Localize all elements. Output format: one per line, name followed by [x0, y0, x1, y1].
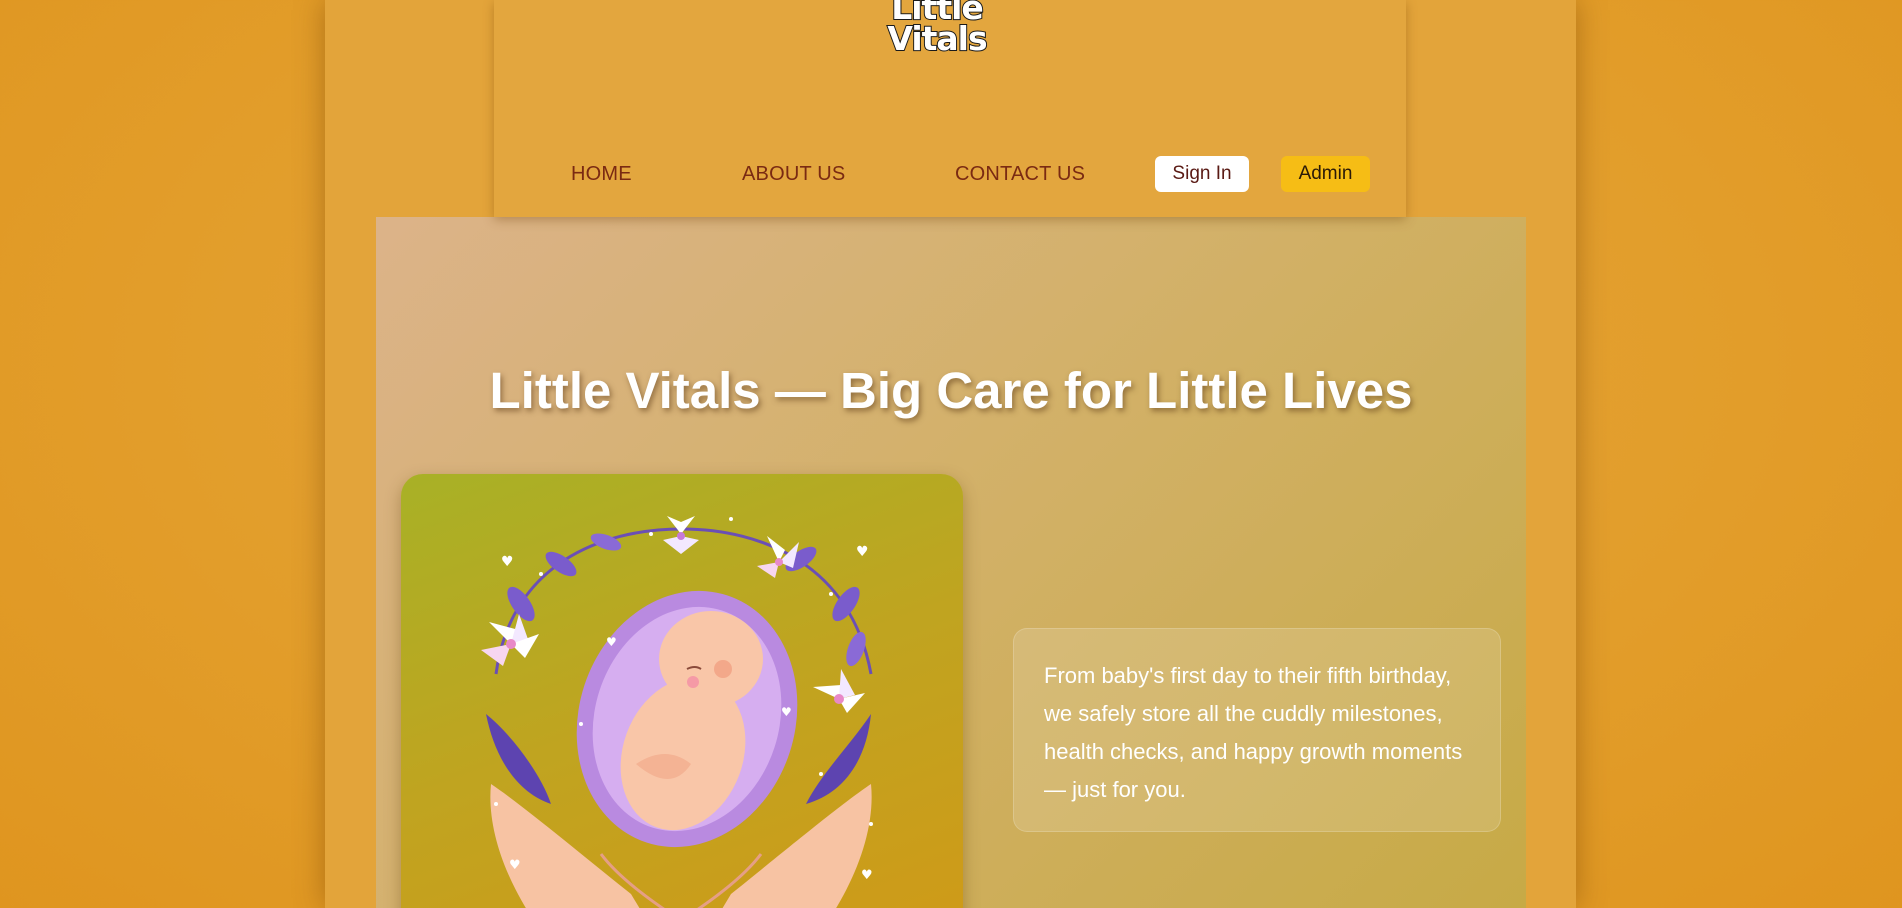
sign-in-button[interactable]: Sign In	[1155, 156, 1249, 192]
hero-description: From baby's first day to their fifth bir…	[1044, 663, 1463, 802]
logo[interactable]: Little Vitals	[882, 0, 992, 66]
svg-text:♥: ♥	[861, 868, 873, 883]
svg-text:♥: ♥	[856, 544, 869, 560]
hero-illustration-card: ♥ ♥ ♥ ♥ ♥ ♥	[401, 474, 963, 908]
svg-text:♥: ♥	[501, 554, 514, 570]
lily-right	[813, 669, 865, 713]
lily-top	[663, 516, 699, 554]
baby-illustration: ♥ ♥ ♥ ♥ ♥ ♥	[481, 516, 873, 908]
nav-about-us[interactable]: ABOUT US	[742, 163, 845, 186]
admin-button[interactable]: Admin	[1281, 156, 1370, 192]
svg-text:♥: ♥	[781, 705, 792, 719]
nav-contact-us[interactable]: CONTACT US	[955, 163, 1085, 186]
nav-home[interactable]: HOME	[571, 163, 632, 186]
hero-title: Little Vitals — Big Care for Little Live…	[489, 362, 1413, 419]
logo-line2: Vitals	[886, 19, 988, 58]
svg-text:♥: ♥	[509, 858, 521, 873]
hero-description-box: From baby's first day to their fifth bir…	[1013, 628, 1501, 832]
svg-text:♥: ♥	[606, 635, 617, 649]
